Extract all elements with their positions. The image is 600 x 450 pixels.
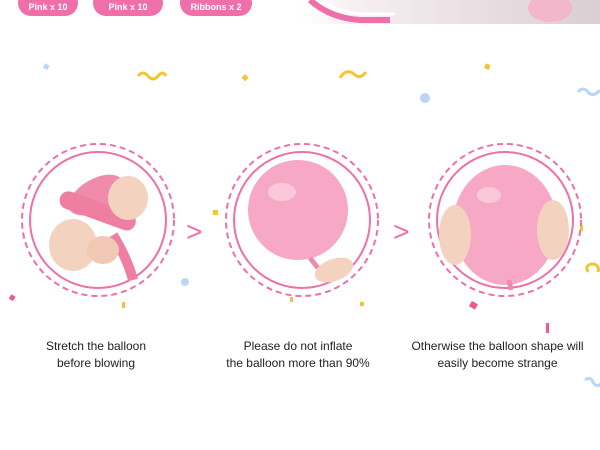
step-2-illustration <box>222 140 382 300</box>
step-3-caption: Otherwise the balloon shape will easily … <box>411 339 584 370</box>
product-photo-corner <box>300 0 600 24</box>
step-arrow: > <box>186 216 203 247</box>
step-arrow: > <box>393 216 410 247</box>
quantity-pill: Pink x 10 <box>18 0 78 16</box>
quantity-pill: Ribbons x 2 <box>180 0 252 16</box>
step-2-caption: Please do not inflate the balloon more t… <box>226 339 370 370</box>
step-3-illustration <box>425 140 585 300</box>
quantity-pill: Pink x 10 <box>93 0 163 16</box>
step-1-illustration <box>18 140 178 300</box>
top-strip: Pink x 10 Pink x 10 Ribbons x 2 <box>0 0 600 24</box>
step-1-caption: Stretch the balloon before blowing <box>45 339 147 370</box>
